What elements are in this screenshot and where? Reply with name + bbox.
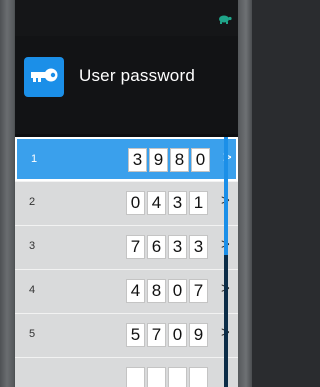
row-number: 3 xyxy=(29,240,36,252)
row-number: 5 xyxy=(29,328,36,340)
digit-cell[interactable]: 1 xyxy=(189,191,208,215)
digit-cell[interactable]: 0 xyxy=(191,148,210,172)
password-row-2[interactable]: 20431> xyxy=(15,181,238,225)
digit-cell[interactable]: 9 xyxy=(149,148,168,172)
password-digits[interactable]: 3980 xyxy=(128,148,212,172)
digit-cell[interactable]: 4 xyxy=(126,279,145,303)
digit-cell[interactable] xyxy=(126,367,145,387)
page-header: User password xyxy=(15,36,238,147)
digit-cell[interactable]: 3 xyxy=(168,191,187,215)
digit-cell[interactable]: 6 xyxy=(147,235,166,259)
digit-cell[interactable]: 3 xyxy=(128,148,147,172)
digit-cell[interactable]: 4 xyxy=(147,191,166,215)
password-digits[interactable]: 0431 xyxy=(126,191,210,215)
status-bar xyxy=(15,0,238,36)
password-row-3[interactable]: 37633> xyxy=(15,225,238,269)
digit-cell[interactable]: 7 xyxy=(189,279,208,303)
digit-cell[interactable] xyxy=(147,367,166,387)
password-row-5[interactable]: 55709> xyxy=(15,313,238,357)
digit-cell[interactable] xyxy=(189,367,208,387)
screen: User password 13980>20431>37633>44807>55… xyxy=(15,0,238,387)
digit-cell[interactable]: 0 xyxy=(168,279,187,303)
password-digits[interactable]: 7633 xyxy=(126,235,210,259)
row-number: 4 xyxy=(29,284,36,296)
digit-cell[interactable]: 9 xyxy=(189,323,208,347)
row-number: 2 xyxy=(29,196,36,208)
digit-cell[interactable]: 8 xyxy=(170,148,189,172)
digit-cell[interactable]: 7 xyxy=(147,323,166,347)
password-digits[interactable]: 5709 xyxy=(126,323,210,347)
turtle-icon xyxy=(219,15,232,24)
key-icon xyxy=(31,68,58,82)
key-tile xyxy=(24,57,64,97)
scrollbar-thumb[interactable] xyxy=(224,137,228,255)
password-row-6[interactable] xyxy=(15,357,238,387)
digit-cell[interactable]: 0 xyxy=(126,191,145,215)
digit-cell[interactable]: 3 xyxy=(168,235,187,259)
password-row-1[interactable]: 13980> xyxy=(15,137,238,181)
page-title: User password xyxy=(79,66,195,85)
digit-cell[interactable]: 8 xyxy=(147,279,166,303)
digit-cell[interactable]: 5 xyxy=(126,323,145,347)
digit-cell[interactable]: 3 xyxy=(189,235,208,259)
digit-cell[interactable]: 7 xyxy=(126,235,145,259)
password-digits[interactable]: 4807 xyxy=(126,279,210,303)
password-row-4[interactable]: 44807> xyxy=(15,269,238,313)
digit-cell[interactable]: 0 xyxy=(168,323,187,347)
password-digits[interactable] xyxy=(126,367,210,387)
row-number: 1 xyxy=(31,153,38,165)
digit-cell[interactable] xyxy=(168,367,187,387)
